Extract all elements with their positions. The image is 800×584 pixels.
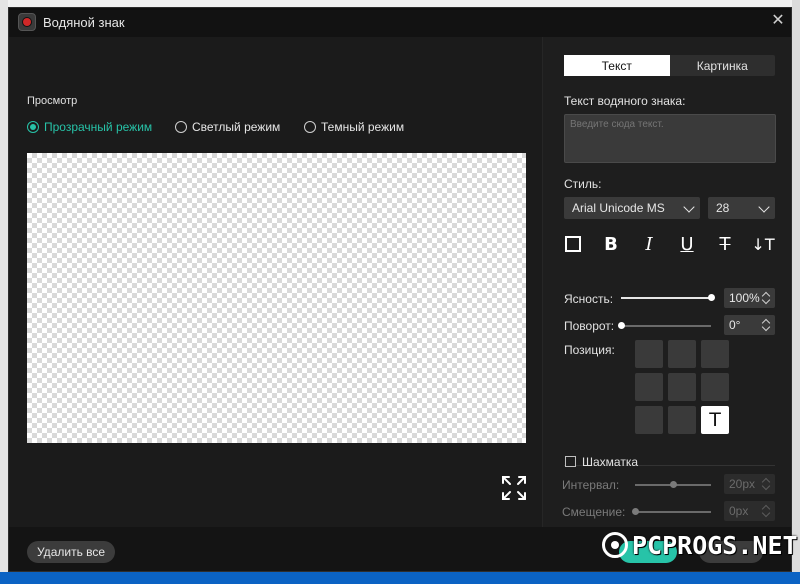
- radio-button[interactable]: [175, 121, 187, 133]
- position-bottom-left[interactable]: [635, 406, 663, 434]
- text-direction-button[interactable]: ↓T: [751, 234, 774, 254]
- opacity-value: 100%: [729, 291, 760, 305]
- tab-image[interactable]: Картинка: [670, 55, 776, 76]
- square-icon: [565, 236, 581, 252]
- settings-pane: Текст Картинка Текст водяного знака: Сти…: [542, 37, 791, 527]
- mode-label: Темный режим: [321, 120, 405, 134]
- radio-button[interactable]: [27, 121, 39, 133]
- opacity-slider[interactable]: [621, 294, 715, 301]
- rotation-value: 0°: [729, 318, 741, 332]
- taskbar: [0, 572, 800, 584]
- slider-handle[interactable]: [632, 508, 639, 515]
- italic-button[interactable]: I: [639, 234, 659, 255]
- slider-handle[interactable]: [618, 322, 625, 329]
- opacity-label: Ясность:: [564, 292, 614, 306]
- close-icon[interactable]: ✕: [769, 11, 787, 31]
- watermark-logo-icon: [602, 532, 628, 558]
- rotation-slider[interactable]: [618, 322, 711, 329]
- background-window-strip: [0, 0, 8, 584]
- mode-label: Прозрачный режим: [44, 120, 153, 134]
- mode-label: Светлый режим: [192, 120, 281, 134]
- delete-all-button[interactable]: Удалить все: [27, 541, 116, 563]
- background-window-strip-right: [792, 0, 800, 584]
- position-middle-left[interactable]: [635, 373, 663, 401]
- size-select[interactable]: 28: [708, 197, 775, 219]
- slider-handle[interactable]: [708, 294, 715, 301]
- interval-label: Интервал:: [562, 478, 620, 492]
- position-bottom-right[interactable]: T: [701, 406, 729, 434]
- offset-value: 0px: [729, 504, 749, 518]
- chevron-down-icon: [683, 201, 695, 213]
- mode-light[interactable]: Светлый режим: [175, 120, 280, 134]
- position-top-right[interactable]: [701, 340, 729, 368]
- tile-checkbox[interactable]: [565, 456, 576, 467]
- interval-value: 20px: [729, 477, 756, 491]
- chevron-down-icon: [758, 201, 770, 213]
- position-top-left[interactable]: [635, 340, 663, 368]
- position-top-center[interactable]: [668, 340, 696, 368]
- size-value: 28: [716, 201, 730, 215]
- bold-button[interactable]: B: [601, 234, 621, 255]
- preview-canvas: [27, 153, 526, 443]
- watermark-overlay-text: PCPROGS.NET: [632, 530, 798, 560]
- spinner-arrows-icon[interactable]: [762, 503, 770, 519]
- spinner-arrows-icon[interactable]: [762, 317, 770, 333]
- app-icon: [18, 13, 36, 31]
- strikethrough-button[interactable]: T: [715, 234, 735, 255]
- tab-bar: Текст Картинка: [564, 55, 775, 76]
- watermark-overlay: PCPROGS.NET: [602, 528, 798, 562]
- opacity-spinbox[interactable]: 100%: [724, 288, 775, 308]
- position-bottom-center[interactable]: [668, 406, 696, 434]
- mode-transparent[interactable]: Прозрачный режим: [27, 120, 152, 134]
- rotation-spinbox[interactable]: 0°: [724, 315, 775, 335]
- interval-slider[interactable]: [635, 481, 711, 488]
- fullscreen-icon[interactable]: [501, 475, 527, 501]
- watermark-text-input[interactable]: [564, 114, 776, 163]
- style-label: Стиль:: [564, 177, 602, 191]
- offset-slider[interactable]: [632, 508, 711, 515]
- preview-pane: Просмотр Прозрачный режим Светлый режим …: [9, 37, 542, 527]
- font-select[interactable]: Arial Unicode MS: [564, 197, 700, 219]
- font-value: Arial Unicode MS: [572, 201, 665, 215]
- spinner-arrows-icon[interactable]: [762, 290, 770, 306]
- tab-text[interactable]: Текст: [564, 55, 670, 76]
- underline-button[interactable]: U: [677, 234, 697, 255]
- title-bar: Водяной знак ✕: [9, 8, 791, 37]
- border-toggle-button[interactable]: [563, 234, 583, 254]
- radio-button[interactable]: [304, 121, 316, 133]
- interval-spinbox[interactable]: 20px: [724, 474, 775, 494]
- mode-dark[interactable]: Темный режим: [304, 120, 404, 134]
- slider-handle[interactable]: [670, 481, 677, 488]
- spinner-arrows-icon[interactable]: [762, 476, 770, 492]
- offset-label: Смещение:: [562, 505, 626, 519]
- watermark-dialog: Водяной знак ✕ Просмотр Прозрачный режим…: [8, 7, 792, 572]
- window-title: Водяной знак: [43, 15, 125, 30]
- position-middle-right[interactable]: [701, 373, 729, 401]
- position-center[interactable]: [668, 373, 696, 401]
- watermark-text-label: Текст водяного знака:: [564, 94, 686, 108]
- position-label: Позиция:: [564, 343, 615, 357]
- rotation-label: Поворот:: [564, 319, 615, 333]
- offset-spinbox[interactable]: 0px: [724, 501, 775, 521]
- preview-label: Просмотр: [27, 95, 78, 107]
- tile-label: Шахматка: [582, 455, 639, 469]
